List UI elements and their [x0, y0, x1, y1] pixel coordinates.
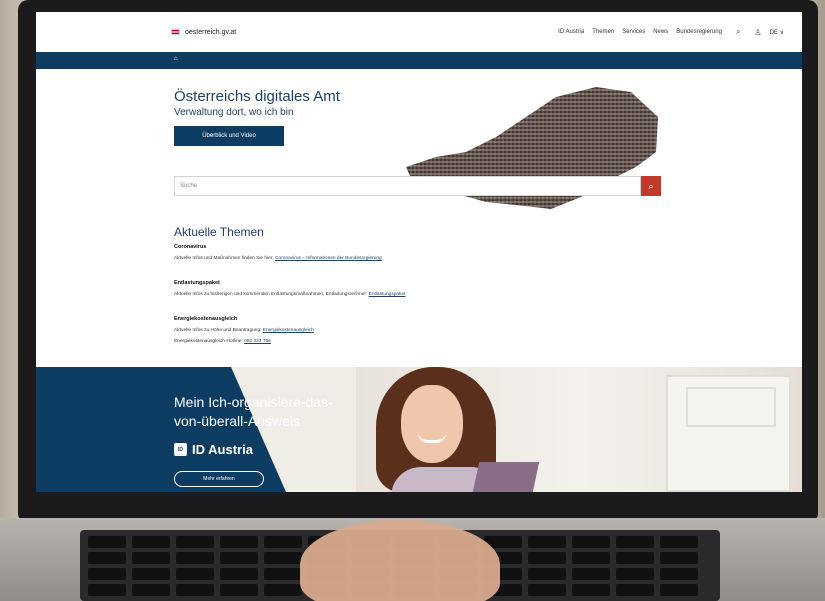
- keyboard-key: [528, 568, 566, 580]
- keyboard-key: [88, 536, 126, 548]
- theme-title: Entlastungspaket: [174, 280, 220, 286]
- search-icon[interactable]: ⌕: [736, 27, 740, 37]
- austria-flag-icon: [171, 29, 180, 35]
- keyboard-key: [660, 552, 698, 564]
- brand-name: ID Austria: [192, 442, 253, 457]
- keyboard-key: [264, 584, 302, 596]
- nav-item-themen[interactable]: Themen: [592, 29, 614, 35]
- themes-heading: Aktuelle Themen: [174, 225, 264, 239]
- door-panel: [686, 387, 776, 427]
- id-card-icon: ID: [174, 443, 187, 456]
- keyboard-key: [528, 584, 566, 596]
- user-icon[interactable]: ♙: [754, 28, 761, 37]
- keyboard-key: [220, 536, 258, 548]
- keyboard-key: [660, 536, 698, 548]
- theme-title: Energiekostenausgleich: [174, 316, 238, 322]
- theme-text: Energiekostenausgleich-Hotline: 050 233 …: [174, 339, 271, 344]
- keyboard-key: [264, 536, 302, 548]
- search-button[interactable]: ⌕: [641, 176, 661, 196]
- keyboard-key: [132, 536, 170, 548]
- home-icon[interactable]: ⌂: [174, 56, 178, 62]
- keyboard-key: [660, 568, 698, 580]
- keyboard-key: [616, 536, 654, 548]
- browser-screen: oesterreich.gv.at ID Austria Themen Serv…: [36, 12, 802, 492]
- search-icon: ⌕: [648, 180, 654, 191]
- id-austria-brand: ID ID Austria: [174, 442, 253, 457]
- site-logo[interactable]: oesterreich.gv.at: [171, 29, 236, 36]
- page-title: Österreichs digitales Amt: [174, 88, 340, 105]
- keyboard-key: [528, 536, 566, 548]
- theme-link[interactable]: Entlastungspaket: [369, 292, 406, 297]
- keyboard-key: [132, 568, 170, 580]
- search-input[interactable]: Suche: [174, 176, 641, 196]
- overview-video-button[interactable]: Überblick und Video: [174, 126, 284, 146]
- main-nav: ID Austria Themen Services News Bundesre…: [558, 27, 784, 37]
- keyboard-key: [132, 552, 170, 564]
- keyboard-key: [660, 584, 698, 596]
- theme-title: Coronavirus: [174, 244, 207, 250]
- keyboard-key: [528, 552, 566, 564]
- keyboard-key: [176, 552, 214, 564]
- hand: [300, 520, 500, 601]
- theme-text-body: Aktuelle Infos und Maßnahmen finden Sie …: [174, 256, 276, 261]
- keyboard-key: [572, 568, 610, 580]
- keyboard-key: [176, 568, 214, 580]
- nav-item-services[interactable]: Services: [622, 29, 645, 35]
- theme-text: Aktuelle Infos und Maßnahmen finden Sie …: [174, 256, 382, 261]
- nav-item-id-austria[interactable]: ID Austria: [558, 29, 584, 35]
- site-header: oesterreich.gv.at ID Austria Themen Serv…: [36, 12, 802, 52]
- keyboard-key: [132, 584, 170, 596]
- promo-title: Mein Ich-organisiere-das-von-überall-Aus…: [174, 394, 333, 429]
- nav-item-bundesregierung[interactable]: Bundesregierung: [676, 29, 722, 35]
- theme-link[interactable]: Coronavirus – Informationen der Bundesre…: [275, 256, 382, 261]
- theme-text: Aktuelle Infos zu Höhe und Beantragung: …: [174, 328, 314, 333]
- keyboard-key: [264, 568, 302, 580]
- language-selector[interactable]: DE ∨: [770, 29, 784, 36]
- keyboard-key: [88, 568, 126, 580]
- austria-crowd-map-image: [406, 87, 658, 209]
- nav-item-news[interactable]: News: [653, 29, 668, 35]
- breadcrumb-bar: [36, 52, 802, 69]
- keyboard-key: [616, 584, 654, 596]
- logo-text: oesterreich.gv.at: [185, 28, 237, 36]
- keyboard-key: [220, 552, 258, 564]
- keyboard-key: [176, 584, 214, 596]
- keyboard-key: [616, 552, 654, 564]
- keyboard-key: [88, 552, 126, 564]
- theme-link[interactable]: Energiekostenausgleich: [263, 328, 314, 333]
- keyboard-key: [572, 552, 610, 564]
- keyboard-key: [220, 584, 258, 596]
- theme-text-body: Aktuelle Infos zu Höhe und Beantragung:: [174, 328, 263, 333]
- theme-text: Aktuelle Infos zu bisherigen und kommend…: [174, 292, 405, 297]
- keyboard-key: [616, 568, 654, 580]
- keyboard-key: [88, 584, 126, 596]
- package-box: [472, 462, 540, 492]
- keyboard-key: [220, 568, 258, 580]
- theme-text-body: Energiekostenausgleich-Hotline:: [174, 339, 245, 344]
- hotline-link[interactable]: 050 233 766: [244, 339, 271, 344]
- keyboard-key: [264, 552, 302, 564]
- id-austria-promo: Mein Ich-organisiere-das-von-überall-Aus…: [36, 367, 802, 492]
- keyboard-key: [572, 536, 610, 548]
- keyboard-key: [176, 536, 214, 548]
- page-subtitle: Verwaltung dort, wo ich bin: [174, 107, 294, 118]
- learn-more-button[interactable]: Mehr erfahren: [174, 471, 264, 487]
- keyboard-key: [572, 584, 610, 596]
- woman-face: [401, 385, 463, 463]
- theme-text-body: Aktuelle Infos zu bisherigen und kommend…: [174, 292, 369, 297]
